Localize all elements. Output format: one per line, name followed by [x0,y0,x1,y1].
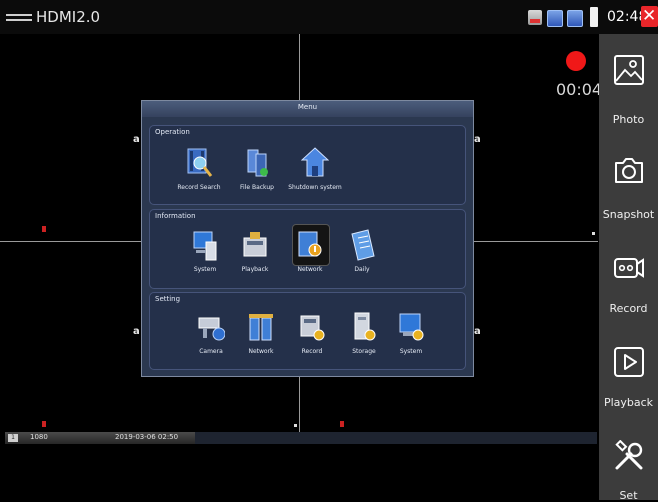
network-info-icon [298,231,322,257]
system-info-icon [193,231,217,261]
menu-item-label: Daily [354,266,370,273]
menu-item-daily-log[interactable]: Daily [331,224,393,288]
menu-item-label: File Backup [240,184,274,191]
record-search-icon [187,148,213,177]
main-menu-dialog: Menu Operation Record Search File Backup [141,100,474,377]
sidebar-item-playback[interactable]: Playback [599,310,658,409]
play-icon [614,347,644,377]
dialog-title: Menu [297,103,318,111]
network-icon [567,10,583,27]
channel-marker [592,232,595,235]
channel-glyph: a [133,134,140,145]
section-label: Operation [155,128,190,136]
input-source-title: HDMI2.0 [36,8,101,26]
sidebar-item-label: Set [619,489,638,502]
menu-item-file-backup[interactable]: File Backup [226,142,288,206]
menu-item-label: Record Search [177,184,221,191]
close-button[interactable]: ✕ [641,6,658,27]
status-bar: HDMI2.0 02:48 ✕ [0,0,658,34]
sidebar-item-photo[interactable]: Photo [599,34,658,126]
network-setting-icon [249,314,273,341]
info-bar: 1 1080 2019-03-06 02:50 [5,432,597,444]
menu-item-shutdown-system[interactable]: Shutdown system [284,142,346,206]
shutdown-icon [301,147,329,177]
section-label: Information [155,212,196,220]
close-icon: ✕ [642,6,657,26]
file-backup-icon [247,149,268,177]
record-setting-icon [300,315,325,341]
menu-item-system-setting[interactable]: System [380,306,442,370]
channel-marker [340,421,344,427]
menu-lines-icon [6,14,32,21]
storage-setting-icon [354,312,376,341]
sidebar-item-snapshot[interactable]: Snapshot [599,126,658,221]
record-icon [614,258,644,278]
photo-icon [614,55,644,85]
section-setting: Setting Camera Network Record Storage Sy… [149,292,466,370]
channel-marker [294,424,297,427]
datetime-label: 2019-03-06 02:50 [115,433,179,441]
playback-info-icon [243,232,267,257]
menu-item-label: System [399,348,423,355]
channel-marker [42,421,46,427]
resolution-label: 1080 [30,433,48,441]
dialog-title-bar[interactable]: Menu [142,101,473,117]
right-sidebar: Photo Snapshot Record Playback Set [599,34,658,502]
menu-item-label: Playback [241,266,269,273]
section-operation: Operation Record Search File Backup Shut… [149,125,466,205]
channel-glyph: a [474,134,481,145]
sidebar-item-set[interactable]: Set [599,402,658,502]
channel-badge: 1 [8,434,18,442]
battery-icon [590,7,598,27]
channel-glyph: a [133,326,140,337]
camera-setting-icon [198,317,225,341]
sidebar-item-label: Photo [612,113,645,126]
sidebar-item-record[interactable]: Record [599,218,658,315]
menu-item-record-search[interactable]: Record Search [168,142,230,206]
section-information: Information System Playback Network Dail… [149,209,466,289]
tools-icon [615,440,643,470]
recording-timer: 00:04 [556,80,603,99]
menu-item-label: Shutdown system [288,184,342,191]
menu-item-playback-info[interactable]: Playback [224,224,286,288]
network-icon [547,10,563,27]
channel-marker [42,226,46,232]
recording-indicator-icon [566,51,586,71]
sd-card-icon [528,10,542,25]
daily-log-icon [351,229,375,261]
system-setting-icon [399,313,424,341]
camera-icon [615,158,643,183]
section-label: Setting [155,295,181,303]
channel-glyph: a [474,326,481,337]
